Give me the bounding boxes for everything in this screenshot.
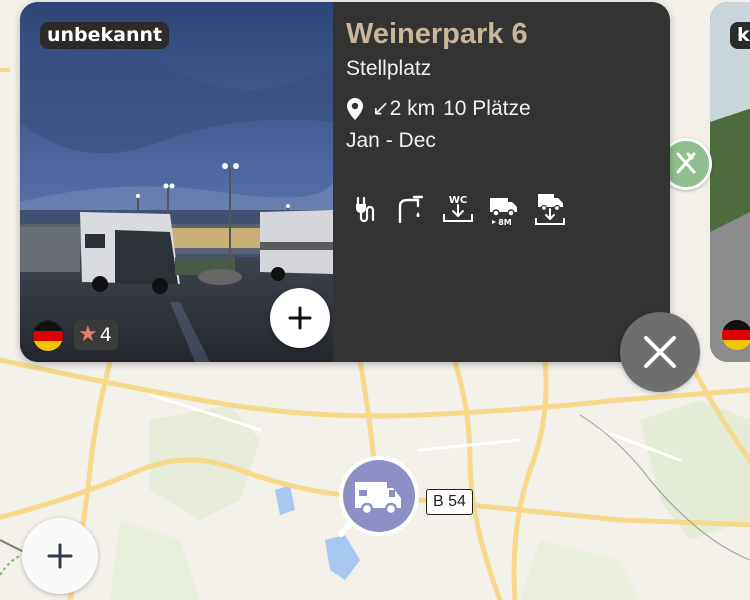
distance-value: ↙2 km: [372, 97, 436, 120]
season-to: Dec: [398, 129, 436, 152]
star-icon: ★: [78, 322, 98, 347]
place-title[interactable]: Weinerpark 6: [346, 18, 528, 51]
status-badge: unbekannt: [40, 22, 170, 49]
plus-icon: [47, 543, 73, 569]
place-type: Stellplatz: [346, 57, 432, 80]
selected-camper-map-pin[interactable]: [335, 456, 419, 540]
germany-flag-icon: [32, 320, 64, 352]
plus-icon: [288, 306, 312, 330]
add-photo-button[interactable]: [270, 288, 330, 348]
rating-value: 4: [99, 324, 112, 346]
season-range: Jan - Dec: [346, 129, 436, 153]
grey-water-dump-icon: [535, 194, 565, 225]
next-place-card[interactable]: k: [710, 2, 750, 362]
water-tap-icon: [398, 195, 424, 224]
max-length-8m-icon: 8M: [490, 198, 517, 226]
length-label: 8M: [498, 218, 512, 226]
motorhome-pin-icon: [338, 456, 419, 537]
season-from: Jan -: [346, 129, 393, 152]
road-label: B 54: [426, 489, 473, 515]
next-place-photo: [710, 2, 750, 362]
next-card-badge: k: [730, 22, 750, 49]
power-plug-icon: [356, 196, 375, 223]
add-place-button[interactable]: [22, 518, 98, 594]
place-info: Weinerpark 6 Stellplatz ↙2 km 10 Plätze …: [346, 2, 666, 362]
amenities-row: WC 8M: [350, 192, 566, 226]
rating-badge: ★ 4: [74, 320, 118, 350]
places-count: 10 Plätze: [443, 96, 531, 120]
location-pin-icon: [347, 97, 363, 120]
place-photo[interactable]: unbekannt ★ 4: [20, 2, 333, 362]
fork-knife-icon: [676, 152, 696, 174]
place-detail-card[interactable]: unbekannt ★ 4 Weinerpark 6 Stellplatz ↙2…: [20, 2, 670, 362]
close-icon: [644, 336, 676, 368]
distance-row: ↙2 km 10 Plätze: [346, 96, 531, 121]
close-button[interactable]: [620, 312, 700, 392]
wc-dump-icon: WC: [443, 195, 473, 222]
germany-flag-icon: [722, 320, 750, 350]
